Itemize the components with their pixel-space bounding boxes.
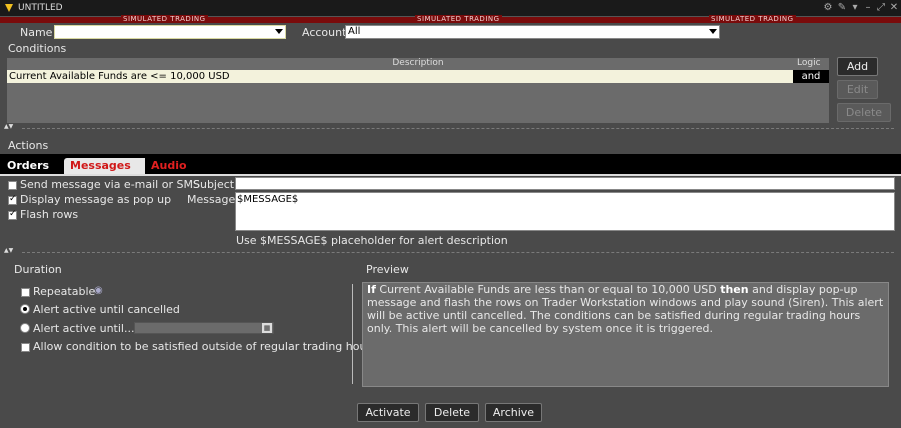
flash-rows-label: Flash rows — [20, 208, 79, 221]
actions-label: Actions — [8, 139, 49, 152]
add-condition-button[interactable]: Add — [837, 57, 878, 76]
repeatable-checkbox[interactable] — [21, 288, 30, 297]
account-label: Account — [302, 26, 347, 39]
maximize-icon[interactable]: ⤢ — [875, 2, 887, 14]
name-label: Name — [20, 26, 53, 39]
message-hint: Use $MESSAGE$ placeholder for alert desc… — [236, 234, 508, 247]
window-title: UNTITLED — [18, 3, 63, 13]
section-divider — [22, 128, 894, 129]
active-until-date-input[interactable]: ▦ — [134, 322, 274, 334]
info-icon[interactable]: ◉ — [94, 285, 103, 296]
preview-condition: Current Available Funds are less than or… — [375, 283, 721, 296]
section-divider — [22, 252, 894, 253]
menu-chevron-icon[interactable]: ▾ — [849, 2, 861, 14]
delete-condition-button[interactable]: Delete — [837, 103, 891, 122]
outside-hours-label: Allow condition to be satisfied outside … — [33, 340, 377, 353]
activate-button[interactable]: Activate — [357, 403, 419, 422]
delete-alert-button[interactable]: Delete — [425, 403, 479, 422]
conditions-label: Conditions — [8, 42, 67, 55]
active-until-radio[interactable] — [20, 323, 30, 333]
display-popup-checkbox[interactable] — [8, 194, 17, 205]
vertical-separator — [352, 284, 353, 384]
logic-column-header: Logic — [797, 58, 821, 68]
description-column-header: Description — [392, 58, 444, 68]
active-until-cancelled-label: Alert active until cancelled — [33, 303, 180, 316]
display-popup-label: Display message as pop up — [20, 193, 172, 206]
condition-row-logic[interactable]: and — [793, 70, 829, 83]
archive-button[interactable]: Archive — [485, 403, 542, 422]
tab-underline — [0, 174, 901, 176]
send-message-checkbox[interactable] — [8, 181, 17, 190]
flash-rows-checkbox[interactable] — [8, 209, 17, 220]
name-combobox[interactable] — [54, 25, 286, 39]
simulated-trading-label: SIMULATED TRADING — [415, 15, 502, 23]
condition-row-description[interactable]: Current Available Funds are <= 10,000 US… — [7, 70, 793, 83]
preview-then: then — [720, 283, 749, 296]
active-until-label: Alert active until... — [33, 322, 135, 335]
tab-orders[interactable]: Orders — [1, 158, 65, 174]
calendar-icon[interactable]: ▦ — [262, 323, 272, 333]
outside-hours-checkbox[interactable] — [21, 343, 30, 352]
message-label: Message — [187, 193, 236, 206]
preview-if: If — [367, 283, 376, 296]
duration-label: Duration — [14, 263, 62, 276]
message-textarea[interactable]: $MESSAGE$ — [235, 192, 895, 231]
collapse-expand-icon[interactable]: ▲▼ — [4, 123, 13, 130]
chevron-down-icon[interactable] — [709, 29, 717, 34]
collapse-expand-icon[interactable]: ▲▼ — [4, 247, 13, 254]
subject-label: Subject — [193, 178, 235, 191]
minimize-icon[interactable]: – — [862, 2, 874, 14]
subject-input[interactable] — [235, 177, 895, 190]
repeatable-label: Repeatable — [33, 285, 96, 298]
simulated-trading-label: SIMULATED TRADING — [121, 15, 208, 23]
account-value: All — [348, 26, 361, 37]
simulated-trading-label: SIMULATED TRADING — [709, 15, 796, 23]
preview-label: Preview — [366, 263, 409, 276]
link-icon[interactable]: ⚙ — [822, 2, 834, 14]
edit-condition-button[interactable]: Edit — [837, 80, 878, 99]
chevron-down-icon[interactable] — [275, 29, 283, 34]
pin-icon[interactable]: ✎ — [836, 2, 848, 14]
tab-messages[interactable]: Messages — [64, 158, 148, 174]
send-message-label: Send message via e-mail or SMS — [20, 178, 200, 191]
close-icon[interactable]: ✕ — [888, 2, 900, 14]
app-logo-icon — [5, 4, 13, 12]
tab-audio[interactable]: Audio — [145, 158, 197, 174]
account-combobox[interactable]: All — [345, 25, 720, 39]
preview-text: If Current Available Funds are less than… — [362, 282, 889, 387]
active-until-cancelled-radio[interactable] — [20, 304, 30, 314]
